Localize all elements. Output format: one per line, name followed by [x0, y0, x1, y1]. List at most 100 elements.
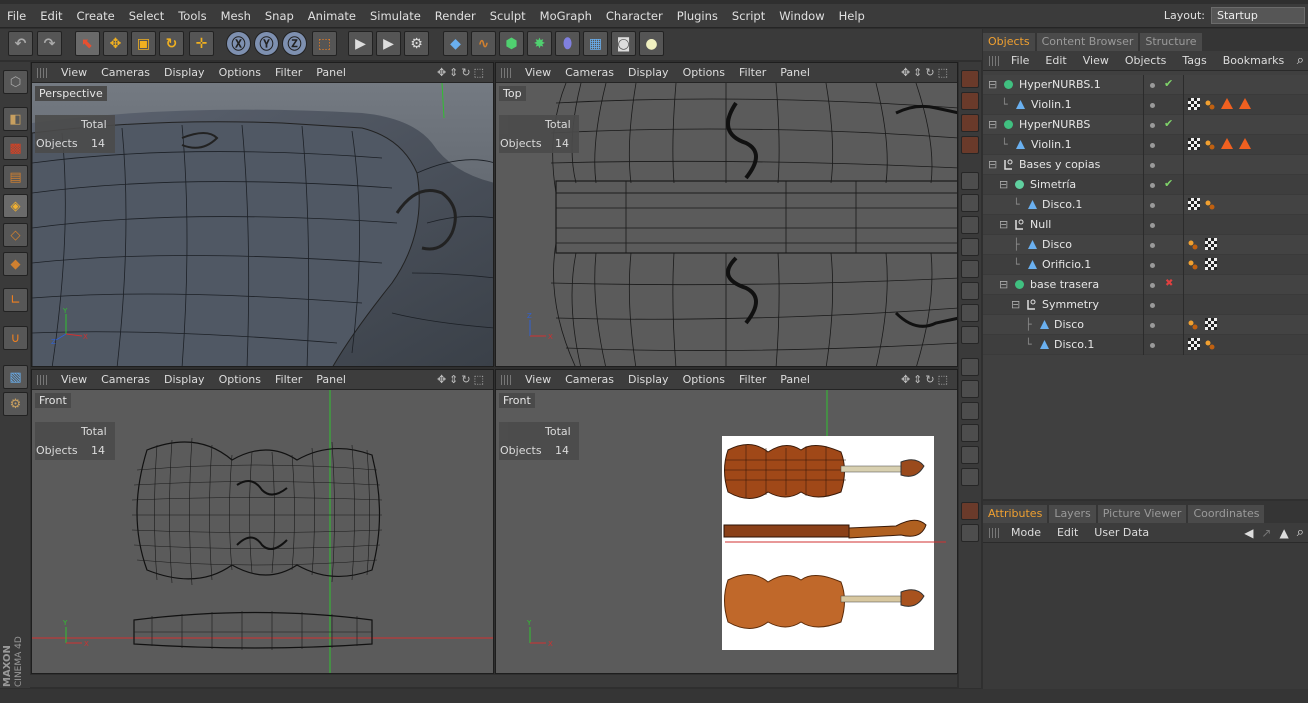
- panel-grip-icon[interactable]: [989, 55, 999, 66]
- tree-row[interactable]: └ Disco.1: [983, 335, 1308, 355]
- render-settings-icon[interactable]: ⚙: [404, 31, 429, 56]
- tab-coordinates[interactable]: Coordinates: [1188, 505, 1265, 523]
- viewport-menu-view[interactable]: View: [55, 66, 95, 79]
- up-arrow-icon[interactable]: ▲: [1279, 526, 1288, 540]
- texture-tag-icon[interactable]: [1205, 238, 1217, 250]
- material-tag-icon[interactable]: [1221, 138, 1233, 149]
- edges-mode-icon[interactable]: ◇: [3, 223, 28, 247]
- spin-edge-icon[interactable]: [961, 424, 979, 442]
- undo-icon[interactable]: ↶: [8, 31, 33, 56]
- array-icon[interactable]: [961, 502, 979, 520]
- phong-tag-icon[interactable]: [1205, 200, 1215, 210]
- camera-icon[interactable]: ◙: [611, 31, 636, 56]
- obj-menu-edit[interactable]: Edit: [1037, 54, 1074, 67]
- viewport-perspective[interactable]: View Cameras Display Options Filter Pane…: [31, 62, 494, 367]
- line-cut-icon[interactable]: [961, 282, 979, 300]
- phong-tag-icon[interactable]: [1188, 260, 1198, 270]
- viewport-menu-filter[interactable]: Filter: [269, 66, 310, 79]
- panel-grip-icon[interactable]: [37, 67, 49, 78]
- viewport-menu-options[interactable]: Options: [677, 66, 733, 79]
- menu-plugins[interactable]: Plugins: [670, 9, 725, 23]
- light-icon[interactable]: ●: [639, 31, 664, 56]
- menu-file[interactable]: File: [0, 9, 33, 23]
- viewport-nav-icons[interactable]: ✥⇕↻⬚: [901, 66, 951, 79]
- stitch-and-sew-icon[interactable]: [961, 446, 979, 464]
- viewport-menu-cameras[interactable]: Cameras: [559, 66, 622, 79]
- tree-row[interactable]: ⊟ base trasera ✖: [983, 275, 1308, 295]
- phong-tag-icon[interactable]: [1188, 240, 1198, 250]
- menu-mesh[interactable]: Mesh: [214, 9, 258, 23]
- viewport-menu-panel[interactable]: Panel: [310, 66, 354, 79]
- tab-content-browser[interactable]: Content Browser: [1036, 33, 1139, 51]
- viewport-menu-filter[interactable]: Filter: [733, 373, 774, 386]
- obj-menu-bookmarks[interactable]: Bookmarks: [1215, 54, 1292, 67]
- material-tag-icon[interactable]: [1239, 98, 1251, 109]
- menu-help[interactable]: Help: [832, 9, 872, 23]
- search-icon[interactable]: ⌕: [1297, 525, 1304, 540]
- viewport-menu-cameras[interactable]: Cameras: [95, 66, 158, 79]
- rotate-icon[interactable]: ↻: [159, 31, 184, 56]
- texture-tag-icon[interactable]: [1188, 138, 1200, 150]
- tree-row[interactable]: └ Violin.1: [983, 135, 1308, 155]
- tree-row[interactable]: ⊟ HyperNURBS.1 ✔: [983, 75, 1308, 95]
- slide-icon[interactable]: [961, 402, 979, 420]
- tree-row[interactable]: ⊟ Bases y copias: [983, 155, 1308, 175]
- viewport-menu-cameras[interactable]: Cameras: [95, 373, 158, 386]
- iron-icon[interactable]: [961, 260, 979, 278]
- viewport-menu-view[interactable]: View: [519, 373, 559, 386]
- magnet-icon[interactable]: [961, 326, 979, 344]
- tab-structure[interactable]: Structure: [1140, 33, 1202, 51]
- obj-menu-objects[interactable]: Objects: [1117, 54, 1175, 67]
- points-mode-icon[interactable]: ◈: [3, 194, 28, 218]
- attr-menu-mode[interactable]: Mode: [1003, 526, 1049, 539]
- tab-picture-viewer[interactable]: Picture Viewer: [1097, 505, 1187, 523]
- attr-menu-user-data[interactable]: User Data: [1086, 526, 1157, 539]
- panel-grip-icon[interactable]: [37, 374, 49, 385]
- viewport-reference[interactable]: View Cameras Display Options Filter Pane…: [495, 369, 958, 674]
- tree-row[interactable]: └ Orificio.1: [983, 255, 1308, 275]
- brush-icon[interactable]: [961, 172, 979, 190]
- menu-window[interactable]: Window: [772, 9, 831, 23]
- move-icon[interactable]: ✥: [103, 31, 128, 56]
- tree-row[interactable]: ├ Disco: [983, 235, 1308, 255]
- make-editable-icon[interactable]: ⬡: [3, 70, 28, 94]
- texture-tag-icon[interactable]: [1188, 198, 1200, 210]
- menu-edit[interactable]: Edit: [33, 9, 69, 23]
- viewport-top[interactable]: View Cameras Display Options Filter Pane…: [495, 62, 958, 367]
- workplane-mode-icon[interactable]: ▤: [3, 165, 28, 189]
- viewport-menu-display[interactable]: Display: [622, 373, 677, 386]
- viewport-front[interactable]: View Cameras Display Options Filter Pane…: [31, 369, 494, 674]
- create-point-icon[interactable]: [961, 216, 979, 234]
- back-arrow-icon[interactable]: ◀: [1244, 526, 1253, 540]
- tree-row[interactable]: ⊟ Null: [983, 215, 1308, 235]
- close-hole-icon[interactable]: [961, 194, 979, 212]
- obj-menu-tags[interactable]: Tags: [1174, 54, 1214, 67]
- obj-menu-file[interactable]: File: [1003, 54, 1037, 67]
- texture-tag-icon[interactable]: [1205, 318, 1217, 330]
- viewport-menu-panel[interactable]: Panel: [774, 373, 818, 386]
- viewport-menu-panel[interactable]: Panel: [310, 373, 354, 386]
- menu-create[interactable]: Create: [70, 9, 122, 23]
- menu-mograph[interactable]: MoGraph: [533, 9, 599, 23]
- lock-workplane-icon[interactable]: ⚙: [3, 392, 28, 416]
- texture-mode-icon[interactable]: ▩: [3, 136, 28, 160]
- recent-tool-icon[interactable]: ✛: [189, 31, 214, 56]
- menu-simulate[interactable]: Simulate: [363, 9, 428, 23]
- tab-layers[interactable]: Layers: [1049, 505, 1096, 523]
- viewport-menu-options[interactable]: Options: [213, 66, 269, 79]
- bevel-icon[interactable]: [961, 114, 979, 132]
- y-axis-lock-icon[interactable]: Ⓨ: [254, 31, 279, 56]
- forward-arrow-icon[interactable]: ↗: [1261, 526, 1271, 540]
- viewport-nav-icons[interactable]: ✥⇕↻⬚: [901, 373, 951, 386]
- viewport-nav-icons[interactable]: ✥⇕↻⬚: [437, 373, 487, 386]
- menu-tools[interactable]: Tools: [171, 9, 213, 23]
- obj-menu-view[interactable]: View: [1075, 54, 1117, 67]
- render-picture-viewer-icon[interactable]: ▶: [376, 31, 401, 56]
- phong-tag-icon[interactable]: [1188, 320, 1198, 330]
- knife-icon[interactable]: [961, 70, 979, 88]
- mirror-icon[interactable]: [961, 358, 979, 376]
- spline-pen-icon[interactable]: ∿: [471, 31, 496, 56]
- tree-row[interactable]: └ Disco.1: [983, 195, 1308, 215]
- workplane-icon[interactable]: ▧: [3, 365, 28, 389]
- z-axis-lock-icon[interactable]: Ⓩ: [282, 31, 307, 56]
